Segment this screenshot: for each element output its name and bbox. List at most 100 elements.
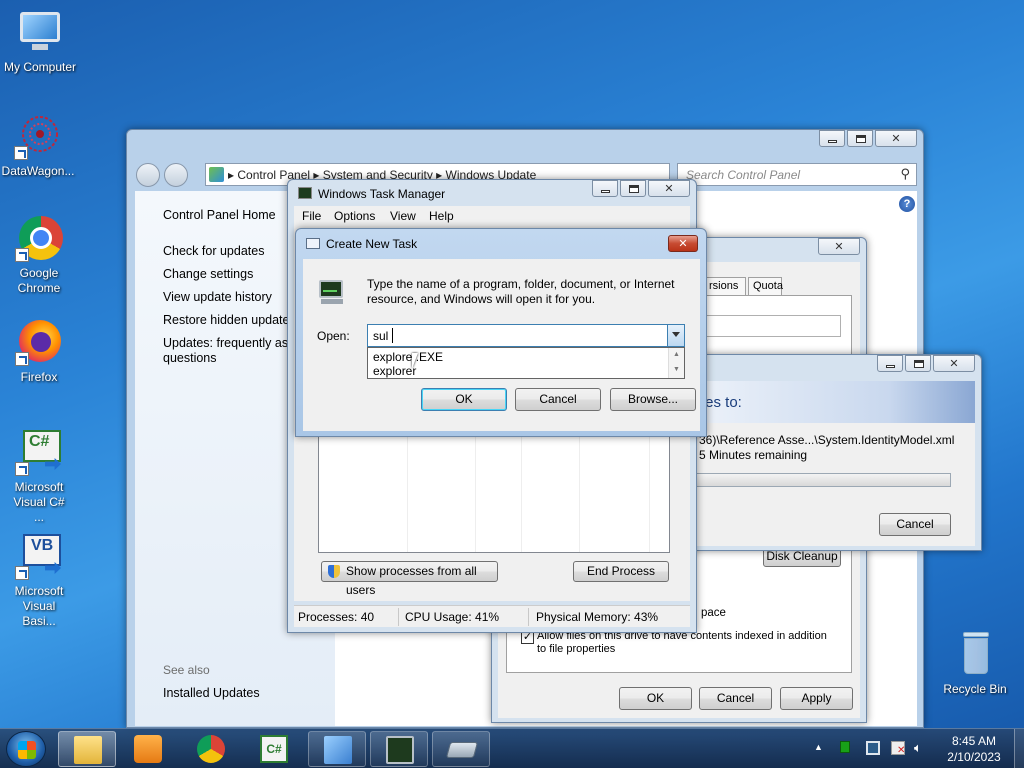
close-button[interactable]: ✕: [875, 130, 917, 147]
minimize-button[interactable]: [592, 180, 618, 197]
taskbar-task-manager[interactable]: [370, 731, 428, 767]
status-cpu: CPU Usage: 41%: [405, 610, 500, 624]
maximize-button[interactable]: [847, 130, 873, 147]
desktop-icon-label: Recycle Bin: [943, 682, 1007, 696]
show-hidden-icons-button[interactable]: ▲: [814, 742, 823, 752]
desktop-icon-visual-basic[interactable]: VB Microsoft Visual Basi...: [0, 532, 79, 629]
sidebar-link-change-settings[interactable]: Change settings: [163, 267, 253, 281]
show-all-processes-label: Show processes from all users: [346, 564, 477, 597]
sidebar-link-faq[interactable]: Updates: frequently aske: [163, 336, 301, 350]
chevron-down-icon: [672, 332, 680, 337]
close-icon: ✕: [949, 358, 959, 370]
start-button[interactable]: [6, 731, 46, 767]
search-placeholder: Search Control Panel: [686, 168, 801, 182]
copy-dialog-body: tes to: 36)\Reference Asse...\System.Ide…: [687, 381, 975, 546]
dropdown-button[interactable]: [667, 325, 684, 346]
browse-button[interactable]: Browse...: [610, 388, 696, 411]
label-field[interactable]: [701, 315, 841, 337]
close-button[interactable]: ✕: [648, 180, 690, 197]
index-checkbox-label: Allow files on this drive to have conten…: [537, 630, 827, 655]
search-box[interactable]: Search Control Panel ⚲: [677, 163, 917, 186]
menu-view[interactable]: View: [390, 209, 416, 223]
visual-basic-icon: VB: [15, 532, 63, 580]
desktop-icon-label: Microsoft Visual Basi...: [14, 584, 64, 628]
properties-ok-button[interactable]: OK: [619, 687, 692, 710]
taskbar-visual-csharp[interactable]: C#: [245, 731, 303, 767]
menu-options[interactable]: Options: [334, 209, 375, 223]
ok-button[interactable]: OK: [421, 388, 507, 411]
clock[interactable]: 8:45 AM 2/10/2023: [936, 733, 1012, 765]
search-icon: ⚲: [900, 166, 910, 181]
computer-icon: [16, 8, 64, 56]
desktop-icon-firefox[interactable]: Firefox: [0, 318, 79, 385]
taskbar-control-panel[interactable]: [308, 731, 366, 767]
firefox-icon: [15, 318, 63, 366]
compress-label-fragment: pace: [701, 607, 726, 619]
close-button[interactable]: ✕: [933, 355, 975, 372]
drive-icon: [445, 742, 479, 758]
task-manager-icon: [386, 736, 414, 764]
taskbar-chrome[interactable]: [182, 731, 240, 767]
autocomplete-scrollbar[interactable]: ▲ ▼: [668, 348, 684, 378]
network-icon[interactable]: [866, 741, 880, 755]
open-combobox[interactable]: sul: [367, 324, 685, 347]
desktop-icon-label: Firefox: [20, 370, 58, 384]
sidebar-link-check-updates[interactable]: Check for updates: [163, 244, 264, 258]
maximize-button[interactable]: [905, 355, 931, 372]
autocomplete-item[interactable]: explorer.EXE: [373, 350, 443, 364]
sidebar-link-update-history[interactable]: View update history: [163, 290, 272, 304]
back-button[interactable]: [136, 163, 160, 187]
menu-file[interactable]: File: [302, 209, 321, 223]
open-input[interactable]: sul: [373, 329, 388, 343]
dialog-description: Type the name of a program, folder, docu…: [367, 277, 675, 306]
forward-button[interactable]: [164, 163, 188, 187]
folder-icon: [74, 736, 102, 764]
menu-help[interactable]: Help: [429, 209, 454, 223]
sidebar-link-faq-line2[interactable]: questions: [163, 351, 217, 365]
tab-previous-versions[interactable]: rsions: [704, 277, 746, 295]
help-icon[interactable]: ?: [899, 196, 915, 212]
taskbar-drive[interactable]: [432, 731, 490, 767]
desktop-icon-chrome[interactable]: Google Chrome: [0, 214, 79, 296]
tab-quota[interactable]: Quota: [748, 277, 783, 295]
close-button[interactable]: ✕: [818, 238, 860, 255]
show-desktop-button[interactable]: [1014, 729, 1024, 768]
desktop-icon-label: DataWagon...: [1, 164, 75, 178]
minimize-button[interactable]: [877, 355, 903, 372]
time-remaining: 5 Minutes remaining: [699, 448, 808, 462]
copy-progress-bar: [687, 473, 951, 487]
cancel-button[interactable]: Cancel: [515, 388, 601, 411]
maximize-button[interactable]: [620, 180, 646, 197]
desktop-icon-recycle-bin[interactable]: Recycle Bin: [935, 630, 1015, 697]
sidebar-link-restore-hidden[interactable]: Restore hidden updates: [163, 313, 296, 327]
copy-path: 36)\Reference Asse...\System.IdentityMod…: [699, 433, 955, 447]
show-all-processes-button[interactable]: Show processes from all users: [321, 561, 498, 597]
desktop-icon-visual-csharp[interactable]: C# Microsoft Visual C# ...: [0, 428, 79, 525]
sidebar-home-link[interactable]: Control Panel Home: [163, 208, 276, 222]
taskbar-media-player[interactable]: [119, 731, 177, 767]
taskbar-explorer[interactable]: [58, 731, 116, 767]
close-icon: ✕: [664, 183, 674, 195]
desktop-icon-datawagon[interactable]: DataWagon...: [0, 112, 78, 179]
desktop-icon-my-computer[interactable]: My Computer: [0, 8, 80, 75]
recycle-bin-icon: [951, 630, 999, 678]
text-cursor: [392, 328, 393, 343]
minimize-button[interactable]: [819, 130, 845, 147]
copy-cancel-button[interactable]: Cancel: [879, 513, 951, 536]
dialog-body: Type the name of a program, folder, docu…: [303, 259, 700, 431]
tray-app-icon[interactable]: [840, 741, 850, 753]
sidebar-link-installed-updates[interactable]: Installed Updates: [163, 686, 260, 700]
properties-apply-button[interactable]: Apply: [780, 687, 853, 710]
autocomplete-item[interactable]: explorer: [373, 364, 416, 378]
properties-cancel-button[interactable]: Cancel: [699, 687, 772, 710]
action-center-icon[interactable]: ✕: [891, 741, 905, 756]
close-icon: ✕: [891, 133, 901, 145]
close-button[interactable]: ✕: [668, 235, 698, 252]
volume-icon[interactable]: 🔈︎: [914, 740, 922, 756]
status-bar: Processes: 40 CPU Usage: 41% Physical Me…: [294, 605, 690, 627]
see-also-heading: See also: [163, 663, 210, 677]
end-process-button[interactable]: End Process: [573, 561, 669, 582]
chrome-icon: [197, 735, 225, 763]
media-player-icon: [134, 735, 162, 763]
visual-csharp-icon: C#: [260, 735, 288, 763]
